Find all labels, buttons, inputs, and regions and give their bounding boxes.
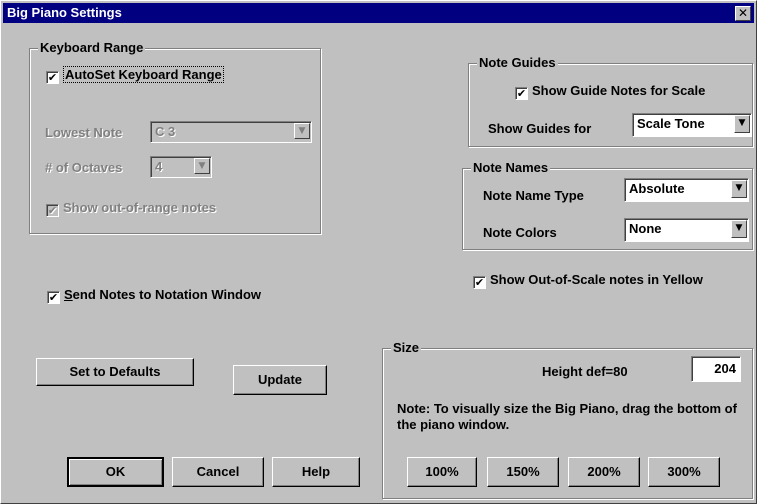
lowest-note-label: Lowest Note bbox=[45, 125, 123, 140]
chevron-down-icon[interactable]: ▼ bbox=[731, 220, 747, 238]
title-bar[interactable]: Big Piano Settings ✕ bbox=[3, 3, 754, 23]
size-100-button[interactable]: 100% bbox=[407, 457, 477, 487]
update-button[interactable]: Update bbox=[233, 365, 327, 395]
show-out-of-scale-label: Show Out-of-Scale notes in Yellow bbox=[490, 272, 703, 287]
lowest-note-select[interactable]: C 3 ▼ bbox=[150, 121, 312, 143]
help-button[interactable]: Help bbox=[272, 457, 360, 487]
size-note: Note: To visually size the Big Piano, dr… bbox=[397, 401, 737, 432]
chevron-down-icon[interactable]: ▼ bbox=[194, 158, 210, 174]
show-out-of-range-check-icon[interactable]: ✔ bbox=[46, 204, 59, 217]
chevron-down-icon[interactable]: ▼ bbox=[731, 180, 747, 198]
size-300-button[interactable]: 300% bbox=[648, 457, 720, 487]
cancel-button[interactable]: Cancel bbox=[172, 457, 264, 487]
height-input[interactable]: 204 bbox=[691, 356, 741, 382]
show-out-of-scale-checkbox[interactable]: ✔ Show Out-of-Scale notes in Yellow bbox=[473, 272, 703, 289]
chevron-down-icon[interactable]: ▼ bbox=[734, 115, 750, 133]
show-guides-for-label: Show Guides for bbox=[488, 121, 592, 136]
note-name-type-value: Absolute bbox=[629, 181, 685, 196]
height-label: Height def=80 bbox=[542, 364, 628, 379]
octaves-value: 4 bbox=[155, 159, 163, 174]
show-out-of-range-checkbox[interactable]: ✔ Show out-of-range notes bbox=[46, 200, 216, 217]
note-names-legend: Note Names bbox=[471, 160, 551, 175]
octaves-select[interactable]: 4 ▼ bbox=[150, 156, 212, 178]
show-guides-for-value: Scale Tone bbox=[637, 116, 705, 131]
set-to-defaults-button[interactable]: Set to Defaults bbox=[36, 358, 194, 386]
show-guide-notes-label: Show Guide Notes for Scale bbox=[532, 83, 706, 98]
show-guide-notes-checkbox[interactable]: ✔ Show Guide Notes for Scale bbox=[515, 83, 705, 100]
show-out-of-range-label: Show out-of-range notes bbox=[63, 200, 217, 215]
send-notes-check-icon[interactable]: ✔ bbox=[47, 291, 60, 304]
autoset-check-icon[interactable]: ✔ bbox=[46, 71, 59, 84]
show-guide-notes-check-icon[interactable]: ✔ bbox=[515, 87, 528, 100]
note-colors-value: None bbox=[629, 221, 662, 236]
keyboard-range-legend: Keyboard Range bbox=[38, 40, 146, 55]
ok-button[interactable]: OK bbox=[67, 457, 164, 487]
note-colors-select[interactable]: None ▼ bbox=[624, 218, 749, 242]
send-notes-label: end Notes to Notation Window bbox=[72, 287, 262, 302]
lowest-note-value: C 3 bbox=[155, 124, 176, 139]
size-200-button[interactable]: 200% bbox=[568, 457, 640, 487]
autoset-label: AutoSet Keyboard Range bbox=[63, 66, 224, 83]
octaves-label: # of Octaves bbox=[45, 160, 123, 175]
size-legend: Size bbox=[391, 340, 422, 355]
dialog-window: Big Piano Settings ✕ Keyboard Range ✔ Aut… bbox=[0, 0, 757, 504]
note-colors-label: Note Colors bbox=[483, 225, 557, 240]
send-notes-checkbox[interactable]: ✔ Send Notes to Notation Window bbox=[47, 287, 261, 304]
show-guides-for-select[interactable]: Scale Tone ▼ bbox=[632, 113, 752, 137]
chevron-down-icon[interactable]: ▼ bbox=[294, 123, 310, 139]
show-out-of-scale-check-icon[interactable]: ✔ bbox=[473, 276, 486, 289]
send-notes-accelerator: S bbox=[64, 287, 73, 302]
note-name-type-select[interactable]: Absolute ▼ bbox=[624, 178, 749, 202]
close-icon[interactable]: ✕ bbox=[735, 6, 751, 21]
autoset-keyboard-range-checkbox[interactable]: ✔ AutoSet Keyboard Range bbox=[46, 66, 224, 84]
window-title: Big Piano Settings bbox=[7, 5, 122, 20]
note-guides-legend: Note Guides bbox=[477, 55, 558, 70]
note-name-type-label: Note Name Type bbox=[483, 188, 584, 203]
size-150-button[interactable]: 150% bbox=[487, 457, 559, 487]
